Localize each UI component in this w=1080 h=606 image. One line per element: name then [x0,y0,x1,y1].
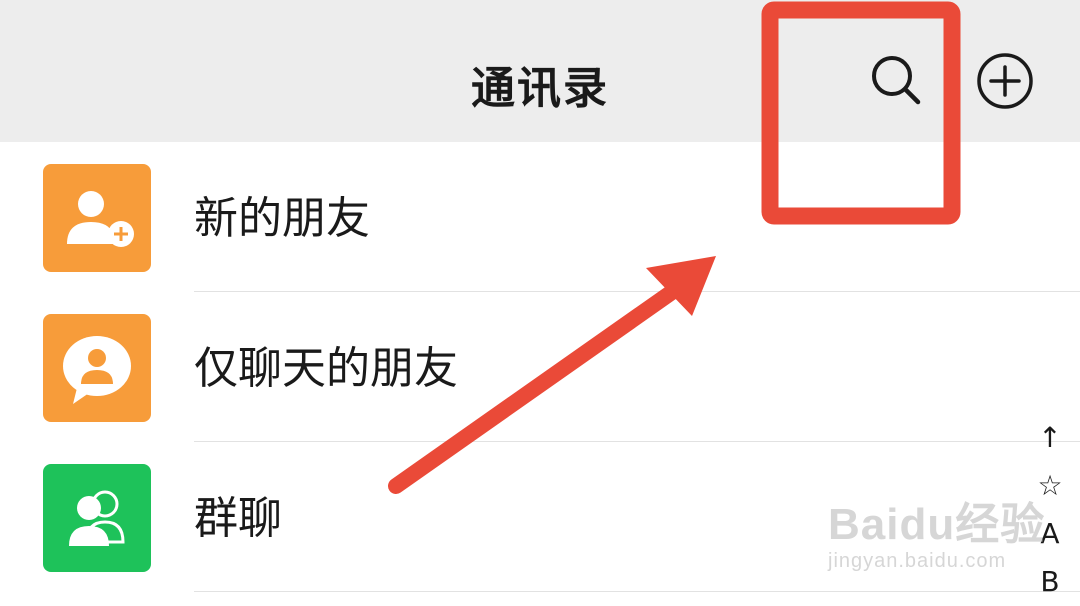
list-item-label: 新的朋友 [194,193,370,244]
list-item-new-friends[interactable]: 新的朋友 [0,142,1080,292]
add-button[interactable] [974,50,1036,112]
search-button[interactable] [866,50,926,110]
watermark-url: jingyan.baidu.com [828,550,1007,572]
plus-circle-icon [977,53,1033,109]
search-icon [872,56,921,105]
add-friend-icon [43,164,151,272]
group-chat-icon [43,464,151,572]
top-bar: 通讯录 [0,0,1080,142]
list-item-chat-only-friends[interactable]: 仅聊天的朋友 [0,292,1080,442]
chat-only-friend-icon [43,314,151,422]
list-item-label: 仅聊天的朋友 [194,343,458,394]
divider [194,591,1080,592]
watermark-brand: Baidu经验 [828,500,1046,549]
baidu-jingyan-watermark: Baidu经验 jingyan.baidu.com [828,488,1045,573]
index-item-top[interactable]: ↑ [1030,414,1070,462]
list-item-label: 群聊 [194,493,282,544]
